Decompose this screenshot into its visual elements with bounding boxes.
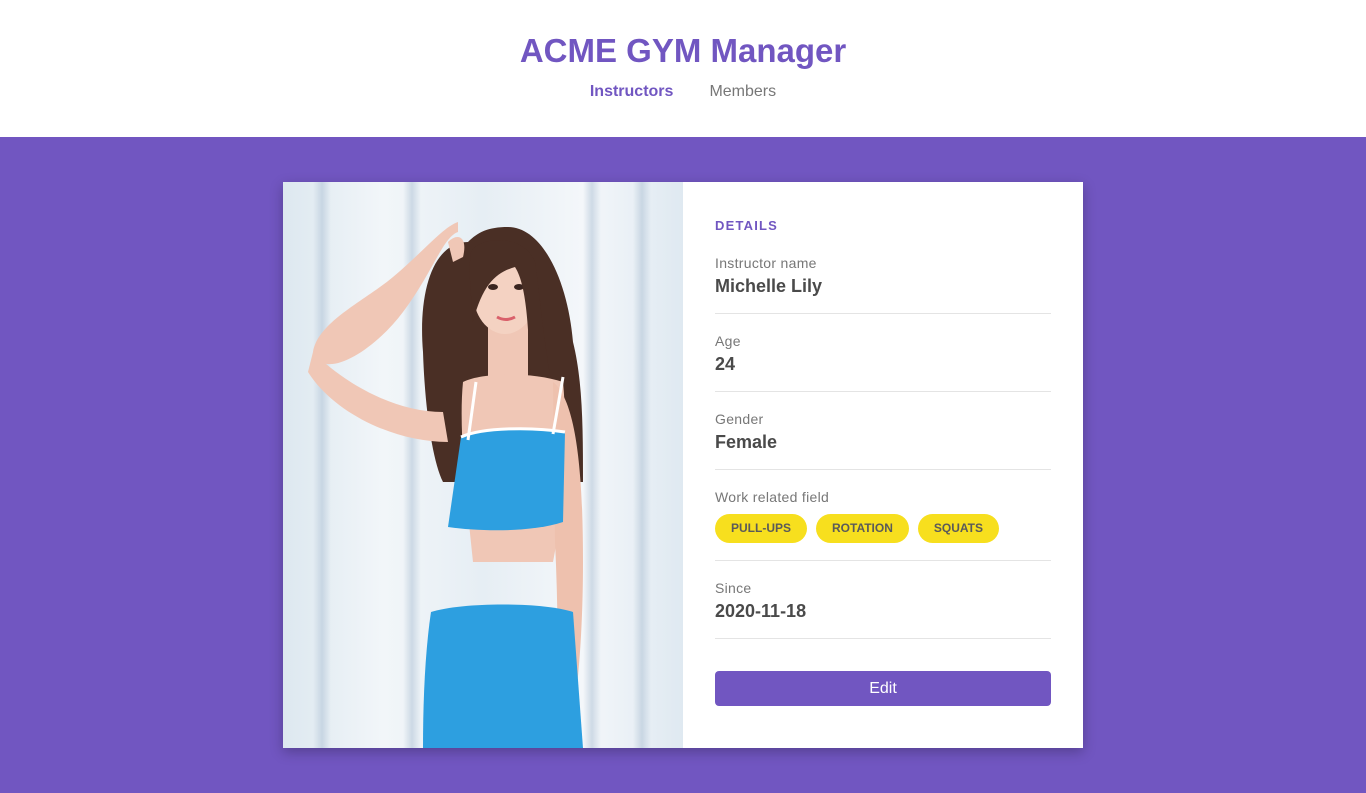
- main-content: DETAILS Instructor name Michelle Lily Ag…: [0, 137, 1366, 793]
- since-field: Since 2020-11-18: [715, 580, 1051, 639]
- work-field-label: Work related field: [715, 489, 830, 505]
- main-nav: Instructors Members: [0, 83, 1366, 101]
- gender-value: Female: [715, 432, 778, 452]
- instructor-name-label: Instructor name: [715, 255, 817, 271]
- age-field: Age 24: [715, 333, 1051, 392]
- details-section-title: DETAILS: [715, 218, 779, 233]
- instructor-figure-image: [308, 222, 583, 748]
- instructor-name-value: Michelle Lily: [715, 276, 823, 296]
- age-label: Age: [715, 333, 741, 349]
- instructor-name-field: Instructor name Michelle Lily: [715, 255, 1051, 314]
- age-value: 24: [715, 354, 736, 374]
- details-panel: DETAILS Instructor name Michelle Lily Ag…: [683, 182, 1083, 748]
- instructor-photo: [283, 182, 683, 748]
- nav-link-instructors[interactable]: Instructors: [590, 83, 674, 101]
- tag-squats: SQUATS: [917, 514, 1000, 543]
- work-field: Work related field PULL-UPS ROTATION SQU…: [715, 489, 1051, 561]
- gender-field: Gender Female: [715, 411, 1051, 470]
- edit-button[interactable]: Edit: [715, 671, 1051, 706]
- instructor-card: DETAILS Instructor name Michelle Lily Ag…: [283, 182, 1083, 748]
- tag-pull-ups: PULL-UPS: [715, 514, 807, 543]
- since-value: 2020-11-18: [715, 601, 807, 621]
- app-header: ACME GYM Manager Instructors Members: [0, 0, 1366, 137]
- gender-label: Gender: [715, 411, 764, 427]
- app-title: ACME GYM Manager: [519, 32, 847, 69]
- work-tags: PULL-UPS ROTATION SQUATS: [715, 514, 1051, 543]
- since-label: Since: [715, 580, 752, 596]
- nav-link-members[interactable]: Members: [709, 83, 776, 101]
- tag-rotation: ROTATION: [816, 514, 909, 543]
